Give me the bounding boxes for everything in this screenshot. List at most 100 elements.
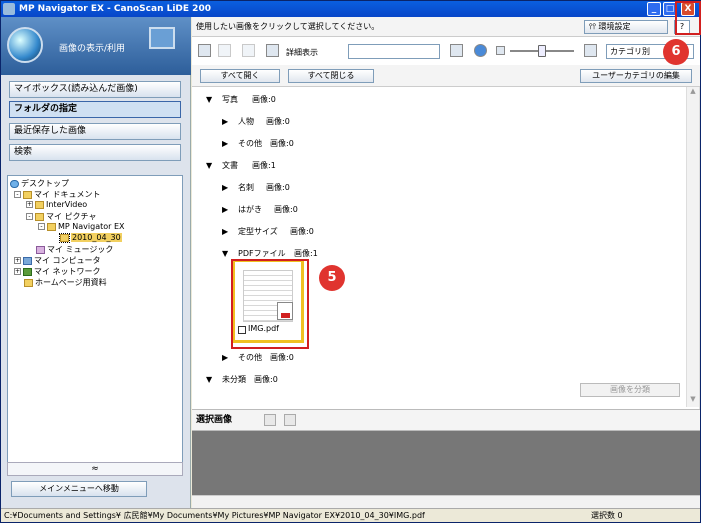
category-name: 未分類 (222, 375, 246, 384)
expand-toggle-icon[interactable]: ▶ (222, 199, 228, 221)
settings-button[interactable]: ⫯⫯ 環境設定 (584, 20, 668, 34)
category-name: その他 (238, 353, 262, 362)
expand-toggle-icon[interactable]: ▼ (206, 369, 212, 391)
tray-view-icon[interactable] (264, 414, 276, 426)
tree-item-mpnav[interactable]: - MP Navigator EX (38, 222, 125, 231)
tree-label: マイ コンピュータ (34, 256, 101, 265)
callout-box-thumbnail (231, 259, 309, 349)
search-icon[interactable] (450, 44, 463, 57)
zoom-slider[interactable] (510, 45, 574, 57)
image-count: 画像:0 (252, 95, 276, 104)
zoom-out-icon[interactable] (496, 46, 505, 55)
nav-mybox-button[interactable]: マイボックス(読み込んだ画像) (9, 81, 181, 98)
scroll-down-icon[interactable]: ▼ (687, 395, 699, 407)
folder-icon (35, 200, 44, 209)
tree-label: マイ ミュージック (47, 245, 114, 254)
tree-label: InterVideo (46, 200, 88, 209)
open-all-button[interactable]: すべて開く (200, 69, 280, 83)
list-item[interactable]: ▼ 文書 画像:1 (192, 155, 684, 177)
category-name: 人物 (238, 117, 254, 126)
minimize-button[interactable]: _ (647, 2, 661, 16)
status-path: C:¥Documents and Settings¥ 広民館¥My Docume… (4, 511, 425, 520)
scroll-up-icon[interactable]: ▲ (687, 87, 699, 99)
edit-user-categories-button[interactable]: ユーザーカテゴリの編集 (580, 69, 692, 83)
expand-icon[interactable]: + (14, 268, 21, 275)
close-all-button[interactable]: すべて閉じる (288, 69, 374, 83)
category-list: ▼ 写真 画像:0 ▶ 人物 画像:0 ▶ その他 画像:0 ▼ 文書 画像:1… (192, 87, 700, 409)
image-count: 画像:0 (254, 375, 278, 384)
nav-folder-button[interactable]: フォルダの指定 (9, 101, 181, 118)
list-item[interactable]: ▼ 写真 画像:0 (192, 89, 684, 111)
expand-icon[interactable]: + (26, 201, 33, 208)
window-title: MP Navigator EX - CanoScan LiDE 200 (19, 4, 211, 14)
collapse-icon[interactable]: - (26, 213, 33, 220)
image-count: 画像:0 (290, 227, 314, 236)
selected-count: 選択数 0 (591, 511, 623, 520)
search-input[interactable] (348, 44, 440, 59)
sort-images-button[interactable]: 画像を分類 (580, 383, 680, 397)
title-bar: MP Navigator EX - CanoScan LiDE 200 _ □ … (1, 1, 700, 17)
left-panel: 画像の表示/利用 マイボックス(読み込んだ画像) フォルダの指定 最近保存した画… (1, 17, 191, 508)
list-controls: すべて開く すべて閉じる ユーザーカテゴリの編集 (192, 65, 700, 87)
nav-search-button[interactable]: 検索 (9, 144, 181, 161)
app-window: MP Navigator EX - CanoScan LiDE 200 _ □ … (0, 0, 701, 523)
expand-icon[interactable]: + (14, 257, 21, 264)
image-count: 画像:0 (266, 117, 290, 126)
expand-toggle-icon[interactable]: ▶ (222, 133, 228, 155)
mode-orb-icon[interactable] (7, 27, 43, 63)
tree-item-homepage[interactable]: ホームページ用資料 (24, 277, 107, 288)
list-item[interactable]: ▶ はがき 画像:0 (192, 199, 684, 221)
thumbnail-view-icon[interactable] (198, 44, 211, 57)
tree-item-mynetwork[interactable]: + マイ ネットワーク (14, 266, 101, 277)
zoom-in-icon[interactable] (584, 44, 597, 57)
tray-clear-icon[interactable] (284, 414, 296, 426)
toolbar: 詳細表示 カテゴリ別 (192, 37, 700, 65)
horizontal-scrollbar[interactable] (192, 495, 700, 508)
list-item[interactable]: ▶ 名刺 画像:0 (192, 177, 684, 199)
detail-view-icon[interactable] (266, 44, 279, 57)
list-item[interactable]: ▶ 定型サイズ 画像:0 (192, 221, 684, 243)
nav-recent-button[interactable]: 最近保存した画像 (9, 123, 181, 140)
detail-view-label[interactable]: 詳細表示 (286, 47, 318, 58)
grid-view-icon[interactable] (218, 44, 231, 57)
list-item[interactable]: ▶ 人物 画像:0 (192, 111, 684, 133)
category-name: 写真 (222, 95, 238, 104)
expand-toggle-icon[interactable]: ▶ (222, 111, 228, 133)
network-icon (23, 267, 32, 276)
desktop-icon (10, 179, 19, 188)
callout-badge-6: 6 (663, 39, 689, 65)
list-item[interactable]: ▶ その他 画像:0 (192, 133, 684, 155)
tree-item-mymusic[interactable]: マイ ミュージック (36, 244, 113, 255)
vertical-scrollbar[interactable]: ▲ ▼ (686, 87, 699, 407)
image-count: 画像:0 (270, 353, 294, 362)
tree-item-intervideo[interactable]: + InterVideo (26, 200, 87, 209)
image-count: 画像:0 (270, 139, 294, 148)
tree-item-mypics[interactable]: - マイ ピクチャ (26, 211, 96, 222)
collapse-panel-button[interactable]: ≈ (7, 462, 183, 476)
edit-icon[interactable] (242, 44, 255, 57)
main-menu-button[interactable]: メインメニューへ移動 (11, 481, 147, 497)
tree-item-date-folder[interactable]: 2010_04_30 (59, 232, 122, 243)
folder-tree[interactable]: デスクトップ - マイ ドキュメント + InterVideo - マイ ピクチ… (7, 175, 183, 463)
slider-thumb[interactable] (538, 45, 546, 57)
refresh-icon[interactable] (474, 44, 487, 57)
mode-label: 画像の表示/利用 (59, 44, 126, 54)
expand-toggle-icon[interactable]: ▶ (222, 221, 228, 243)
tree-label: ホームページ用資料 (35, 278, 107, 287)
category-name: 名刺 (238, 183, 254, 192)
tree-item-mydocs[interactable]: - マイ ドキュメント (14, 189, 101, 200)
mode-header: 画像の表示/利用 (1, 17, 191, 75)
tree-item-desktop[interactable]: デスクトップ (10, 178, 69, 189)
collapse-icon[interactable]: - (14, 191, 21, 198)
expand-toggle-icon[interactable]: ▼ (206, 155, 212, 177)
tree-item-mycomputer[interactable]: + マイ コンピュータ (14, 255, 101, 266)
music-folder-icon (36, 245, 45, 254)
expand-toggle-icon[interactable]: ▶ (222, 347, 228, 369)
expand-toggle-icon[interactable]: ▶ (222, 177, 228, 199)
list-item[interactable]: ▶ その他 画像:0 (192, 347, 684, 369)
collapse-icon[interactable]: - (38, 223, 45, 230)
instruction-text: 使用したい画像をクリックして選択してください。 (196, 22, 380, 31)
expand-toggle-icon[interactable]: ▼ (206, 89, 212, 111)
expand-toggle-icon[interactable]: ▼ (222, 243, 228, 265)
open-folder-icon (59, 232, 70, 243)
